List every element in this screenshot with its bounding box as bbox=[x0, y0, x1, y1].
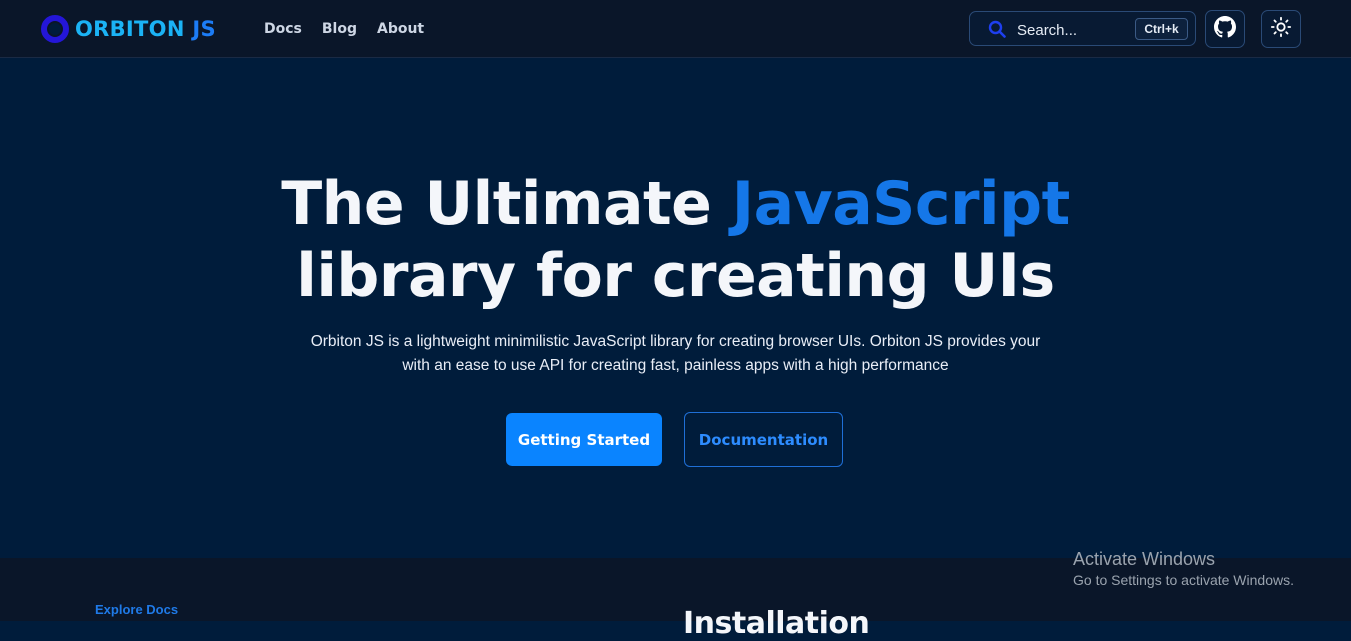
hero-subtitle: Orbiton JS is a lightweight minimilistic… bbox=[0, 330, 1351, 378]
hero-title-accent: JavaScript bbox=[731, 169, 1070, 239]
orbit-ring-icon bbox=[41, 13, 71, 45]
brand-name-suffix: JS bbox=[192, 17, 216, 41]
brand-name: ORBITON JS bbox=[75, 17, 216, 41]
windows-activation-watermark: Activate Windows Go to Settings to activ… bbox=[1073, 547, 1294, 589]
search-placeholder: Search... bbox=[1017, 22, 1078, 39]
main-nav: Docs Blog About bbox=[264, 21, 444, 37]
search-box[interactable]: Search... Ctrl+k bbox=[969, 11, 1196, 46]
brand-name-main: ORBITON bbox=[75, 17, 185, 41]
hero-subtitle-line1: Orbiton JS is a lightweight minimilistic… bbox=[310, 333, 1041, 350]
github-icon bbox=[1214, 15, 1236, 43]
nav-link-docs[interactable]: Docs bbox=[264, 21, 302, 37]
watermark-subtitle: Go to Settings to activate Windows. bbox=[1073, 572, 1294, 588]
hero-title: The Ultimate JavaScript library for crea… bbox=[0, 168, 1351, 312]
hero-title-part2: library for creating UIs bbox=[296, 241, 1055, 311]
nav-link-about[interactable]: About bbox=[377, 21, 424, 37]
search-shortcut-badge: Ctrl+k bbox=[1135, 18, 1188, 40]
documentation-button[interactable]: Documentation bbox=[684, 412, 843, 467]
github-button[interactable] bbox=[1205, 10, 1245, 48]
hero-title-part1: The Ultimate bbox=[281, 169, 732, 239]
theme-toggle-button[interactable] bbox=[1261, 10, 1301, 48]
nav-link-blog[interactable]: Blog bbox=[322, 21, 357, 37]
sun-icon bbox=[1270, 16, 1292, 43]
getting-started-button[interactable]: Getting Started bbox=[506, 413, 662, 466]
section-heading: Installation bbox=[683, 606, 870, 641]
explore-docs-label[interactable]: Explore Docs bbox=[95, 602, 178, 617]
search-icon bbox=[988, 20, 1006, 43]
top-navigation-bar: ORBITON JS Docs Blog About Search... Ctr… bbox=[0, 0, 1351, 58]
hero-subtitle-line2: with an ease to use API for creating fas… bbox=[402, 357, 949, 374]
brand-logo[interactable]: ORBITON JS bbox=[41, 13, 216, 45]
watermark-title: Activate Windows bbox=[1073, 549, 1216, 569]
